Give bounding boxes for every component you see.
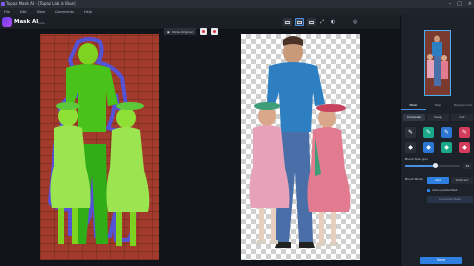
overlay-color-icon <box>201 30 205 33</box>
cutout-preview-image[interactable] <box>241 34 360 260</box>
fill-icon: ◆ <box>408 144 413 151</box>
target-icon[interactable]: ◎ <box>353 19 357 26</box>
view-mode-group <box>283 18 316 26</box>
mask-ai-logo-icon <box>2 17 12 27</box>
keep-brush-icon: ✎ <box>425 129 432 136</box>
brush-icon: ✎ <box>407 129 414 136</box>
keep-fill-icon: ◆ <box>444 144 449 151</box>
show-original-icon: ▣ <box>167 29 170 34</box>
window-controls: – □ × <box>449 0 472 8</box>
brush-tool-button[interactable]: ✎ <box>405 127 416 138</box>
cut-brush-button[interactable]: ✎ <box>459 127 470 138</box>
subtab-cut[interactable]: Cut <box>451 114 473 121</box>
keep-brush-button[interactable]: ✎ <box>423 127 434 138</box>
beta-badge: beta <box>38 21 45 25</box>
side-by-side-view-button[interactable] <box>307 18 316 26</box>
navigator-thumbnail[interactable] <box>424 30 451 96</box>
menu-edit[interactable]: Edit <box>20 10 27 14</box>
subtab-keep[interactable]: Keep <box>427 114 449 121</box>
side-by-side-icon <box>309 20 314 24</box>
save-button[interactable]: Save <box>420 257 462 264</box>
menu-bar: File Edit View Comments Help <box>0 8 474 15</box>
tab-background[interactable]: Background <box>450 101 474 110</box>
split-view-icon <box>297 20 302 24</box>
maximize-icon[interactable]: □ <box>457 0 462 8</box>
menu-comments[interactable]: Comments <box>55 10 74 14</box>
overlay-mode-button[interactable] <box>210 28 218 35</box>
brush-size-slider-knob[interactable] <box>432 163 438 168</box>
menu-help[interactable]: Help <box>84 10 92 14</box>
minimize-icon[interactable]: – <box>449 0 452 8</box>
panel-tabs: Mask Map Background <box>401 101 474 110</box>
brush-size-value[interactable]: 25 <box>463 163 472 169</box>
brush-size-slider[interactable] <box>405 163 460 168</box>
compute-brush-button[interactable]: ✎ <box>441 127 452 138</box>
canvas-tool-strip: ▣ Show Original <box>164 28 218 35</box>
compute-brush-icon: ✎ <box>443 129 450 136</box>
overlay-mode-icon <box>212 30 216 33</box>
compute-fill-button[interactable]: ◆ <box>423 142 434 153</box>
mode-add-button[interactable]: Add <box>427 177 449 184</box>
brush-size-slider-fill <box>405 165 436 167</box>
cut-brush-icon: ✎ <box>461 129 468 136</box>
mask-preview-image[interactable] <box>40 34 159 260</box>
subtab-compute[interactable]: Compute <box>403 114 425 121</box>
tab-mask[interactable]: Mask <box>401 101 426 110</box>
thumbnail-image <box>425 31 450 95</box>
close-icon[interactable]: × <box>468 0 472 8</box>
cut-fill-button[interactable]: ◆ <box>459 142 470 153</box>
brush-tool-grid: ✎ ✎ ✎ ✎ ◆ ◆ ◆ ◆ <box>405 127 471 153</box>
app-logo-icon <box>1 2 5 6</box>
auto-update-checkbox[interactable]: Auto-update Mask <box>427 188 458 192</box>
tab-map[interactable]: Map <box>426 101 451 110</box>
mask-panel: Mask Map Background Compute Keep Cut ✎ ✎… <box>400 15 474 266</box>
single-view-icon <box>285 20 290 24</box>
brush-size-label: Brush Size (px) <box>405 157 428 161</box>
overlay-color-button[interactable] <box>199 28 207 35</box>
compute-fill-icon: ◆ <box>426 144 431 151</box>
cut-fill-icon: ◆ <box>462 144 467 151</box>
split-view-button[interactable] <box>295 18 304 26</box>
cutout-figures <box>249 36 351 248</box>
window-title: Topaz Mask AI - [Topaz Lab is Blue] <box>6 1 76 6</box>
title-bar: Topaz Mask AI - [Topaz Lab is Blue] – □ … <box>0 0 474 8</box>
show-original-label: Show Original <box>171 29 193 34</box>
brush-mode-label: Brush Mode <box>405 177 423 181</box>
single-view-button[interactable] <box>283 18 292 26</box>
color-picker-icon[interactable]: ◐ <box>331 19 335 26</box>
zoom-fit-icon[interactable]: ⤢ <box>320 19 324 26</box>
fill-tool-button[interactable]: ◆ <box>405 142 416 153</box>
mask-overlay-figures <box>47 37 150 246</box>
auto-update-label: Auto-update Mask <box>432 188 458 192</box>
show-original-button[interactable]: ▣ Show Original <box>164 28 196 35</box>
brush-type-tabs: Compute Keep Cut <box>403 114 473 121</box>
mode-subtract-button[interactable]: Subtract <box>451 177 473 184</box>
checkbox-icon <box>427 188 430 192</box>
app-title: Mask AI <box>14 19 39 25</box>
compute-mask-button[interactable]: Compute Mask <box>427 196 473 203</box>
menu-view[interactable]: View <box>37 10 45 14</box>
brush-mode-toggle: Add Subtract <box>427 177 473 184</box>
menu-file[interactable]: File <box>4 10 10 14</box>
man-head <box>78 43 98 65</box>
keep-fill-button[interactable]: ◆ <box>441 142 452 153</box>
